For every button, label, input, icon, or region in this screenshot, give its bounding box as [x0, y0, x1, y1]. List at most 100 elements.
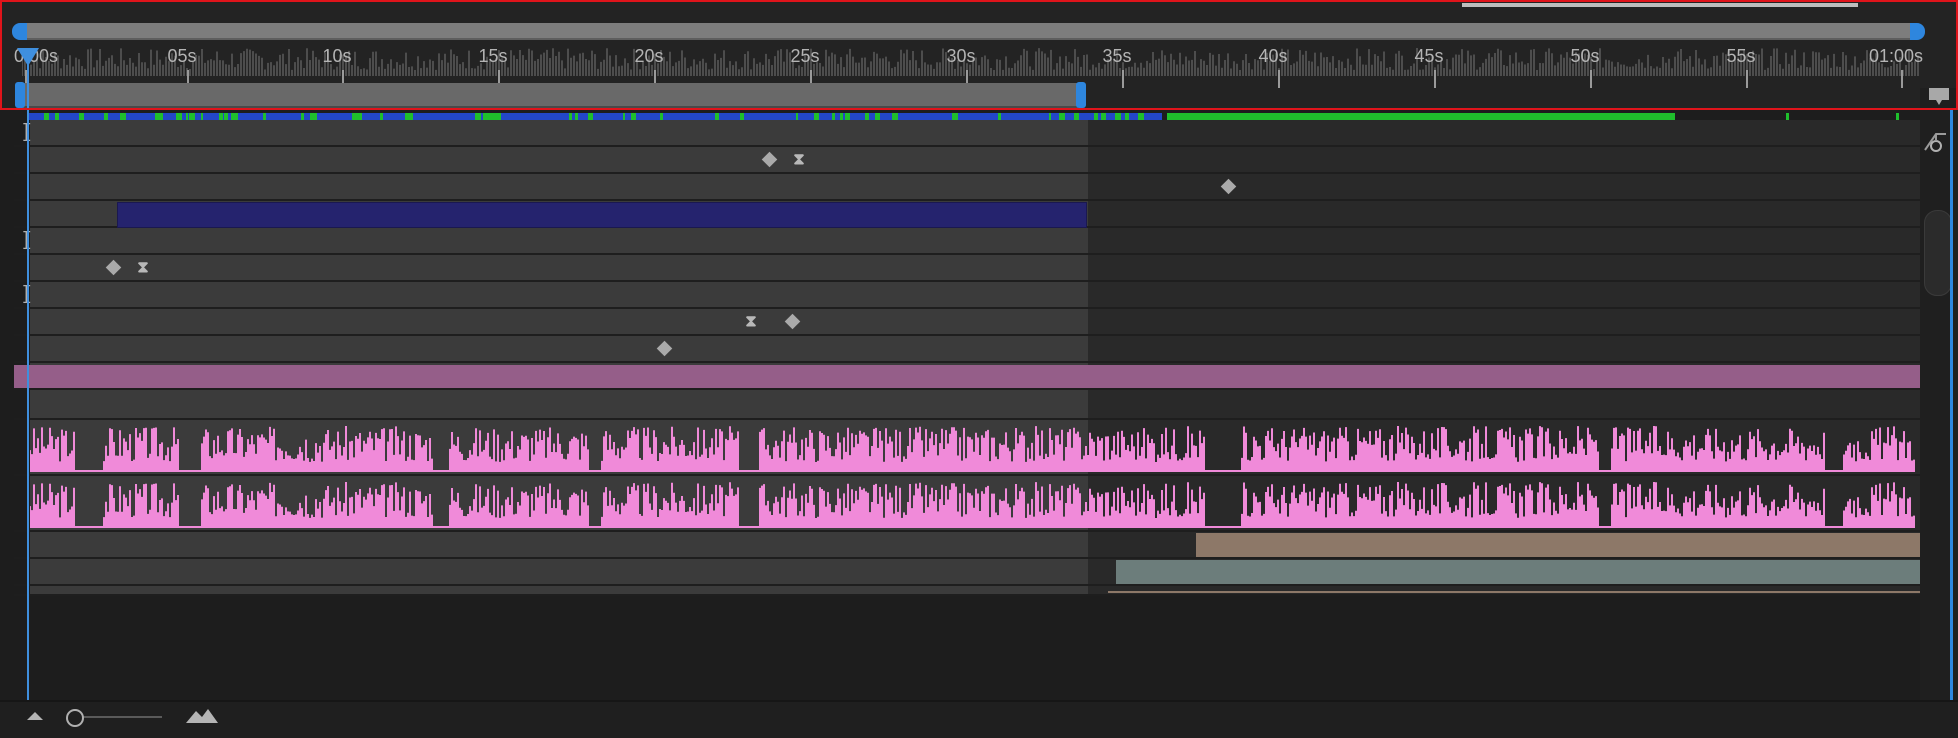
cache-segment — [588, 113, 593, 120]
track-row[interactable] — [14, 363, 1920, 390]
cache-segment — [55, 113, 59, 120]
cache-segment — [575, 113, 578, 120]
track-row[interactable] — [14, 390, 1920, 420]
track-row[interactable] — [14, 476, 1920, 532]
ruler-tick-label: 01:00s — [1868, 46, 1924, 66]
ruler-tick-label: 10s — [322, 46, 352, 66]
ruler-tick-label: 05s — [167, 46, 197, 66]
track-row[interactable]: ⧗ — [14, 309, 1920, 336]
track-row[interactable] — [14, 586, 1920, 596]
cache-segment — [380, 113, 383, 120]
mountain-small-icon[interactable] — [24, 708, 46, 724]
playhead-line[interactable] — [27, 48, 29, 700]
ruler-tick-label: 15s — [478, 46, 508, 66]
track-row[interactable]: I — [14, 228, 1920, 255]
cache-segment — [623, 113, 625, 120]
cache-segment — [352, 113, 358, 120]
cache-segment — [875, 113, 880, 120]
work-area-indicator — [1462, 3, 1858, 7]
cache-segment — [186, 113, 188, 120]
keyframe-hold-icon[interactable]: ⧗ — [791, 151, 807, 169]
work-area-start-handle[interactable] — [15, 82, 25, 108]
track-row[interactable] — [14, 174, 1920, 201]
ruler-tick-label: 45s — [1414, 46, 1444, 66]
playhead-icon[interactable] — [17, 48, 39, 66]
cache-segment — [1786, 113, 1789, 120]
cache-segment — [219, 113, 223, 120]
zoom-slider-track[interactable] — [76, 716, 162, 718]
time-navigator-bar[interactable] — [20, 23, 1915, 40]
cache-segment — [892, 113, 898, 120]
ruler-tick-label: 25s — [790, 46, 820, 66]
ruler-tick-mark — [1746, 70, 1748, 88]
work-area-end-handle[interactable] — [1076, 82, 1086, 108]
panel-edge — [1950, 110, 1953, 702]
timeline-tracks: I ⧗ I ⧗ I ⧗ — [14, 120, 1920, 700]
ruler-tick-label: 30s — [946, 46, 976, 66]
cache-segment — [1115, 113, 1121, 120]
cache-segment — [569, 113, 572, 120]
cache-segment — [832, 113, 835, 120]
track-row[interactable] — [14, 420, 1920, 476]
timeline-footer — [0, 700, 1958, 738]
audio-waveform — [30, 482, 1915, 528]
cache-segment — [796, 113, 798, 120]
ruler-tick-label: 40s — [1258, 46, 1288, 66]
track-row[interactable]: I — [14, 120, 1920, 147]
cache-segment — [1094, 113, 1098, 120]
track-row[interactable] — [14, 532, 1920, 559]
render-cache-bar — [28, 113, 1899, 120]
ruler-tick-label: 20s — [634, 46, 664, 66]
audio-waveform — [30, 426, 1915, 472]
cache-segment — [867, 113, 869, 120]
cache-segment — [631, 113, 634, 120]
navigator-start-handle[interactable] — [12, 23, 27, 40]
ruler-tick-label: 55s — [1726, 46, 1756, 66]
time-ruler[interactable]: 0:00s 05s 10s 15s 20s 25s 30s 35s 40s 45s 50s 55s 01… — [14, 42, 1924, 88]
track-row[interactable]: ⧗ — [14, 255, 1920, 282]
ruler-tick-label: 35s — [1102, 46, 1132, 66]
mountain-large-icon[interactable] — [184, 706, 220, 726]
cache-segment — [405, 113, 411, 120]
cache-segment — [814, 113, 819, 120]
cache-segment — [1138, 113, 1144, 120]
cache-segment — [263, 113, 266, 120]
navigator-end-handle[interactable] — [1910, 23, 1925, 40]
cache-segment — [1062, 113, 1064, 120]
cache-segment — [231, 113, 237, 120]
footage-layer-bar[interactable] — [1196, 533, 1920, 557]
cache-segment — [1101, 113, 1106, 120]
footage-layer-bar[interactable] — [1116, 560, 1920, 584]
cache-segment — [312, 113, 317, 120]
keyframe-hold-icon[interactable]: ⧗ — [743, 313, 759, 331]
footage-layer-bar[interactable] — [1108, 591, 1920, 593]
cache-segment — [189, 113, 195, 120]
graph-editor-icon[interactable] — [1922, 128, 1950, 154]
track-row[interactable] — [14, 336, 1920, 363]
cache-segment — [44, 113, 49, 120]
work-area-bar[interactable] — [20, 83, 1078, 108]
cache-segment — [224, 113, 228, 120]
comment-icon[interactable] — [1928, 87, 1950, 107]
ruler-tick-mark — [1590, 70, 1592, 88]
cache-segment — [1074, 113, 1079, 120]
track-row[interactable]: I — [14, 282, 1920, 309]
cache-segment — [176, 113, 182, 120]
track-row[interactable] — [14, 559, 1920, 586]
cache-segment — [496, 113, 501, 120]
track-row[interactable] — [14, 201, 1920, 228]
cache-segment — [483, 113, 487, 120]
cache-segment — [740, 113, 744, 120]
cache-segment — [475, 113, 481, 120]
track-row[interactable]: ⧗ — [14, 147, 1920, 174]
ruler-tick-mark — [1901, 70, 1903, 88]
keyframe-hold-icon[interactable]: ⧗ — [135, 259, 151, 277]
ruler-tick-mark — [1434, 70, 1436, 88]
scrollbar-thumb[interactable] — [1924, 210, 1952, 296]
adjustment-layer-bar[interactable] — [14, 365, 1920, 388]
cache-segment — [998, 113, 1001, 120]
ruler-tick-label: 50s — [1570, 46, 1600, 66]
solid-layer-bar[interactable] — [117, 202, 1087, 228]
zoom-slider-knob[interactable] — [66, 709, 84, 727]
cache-segment — [120, 113, 126, 120]
